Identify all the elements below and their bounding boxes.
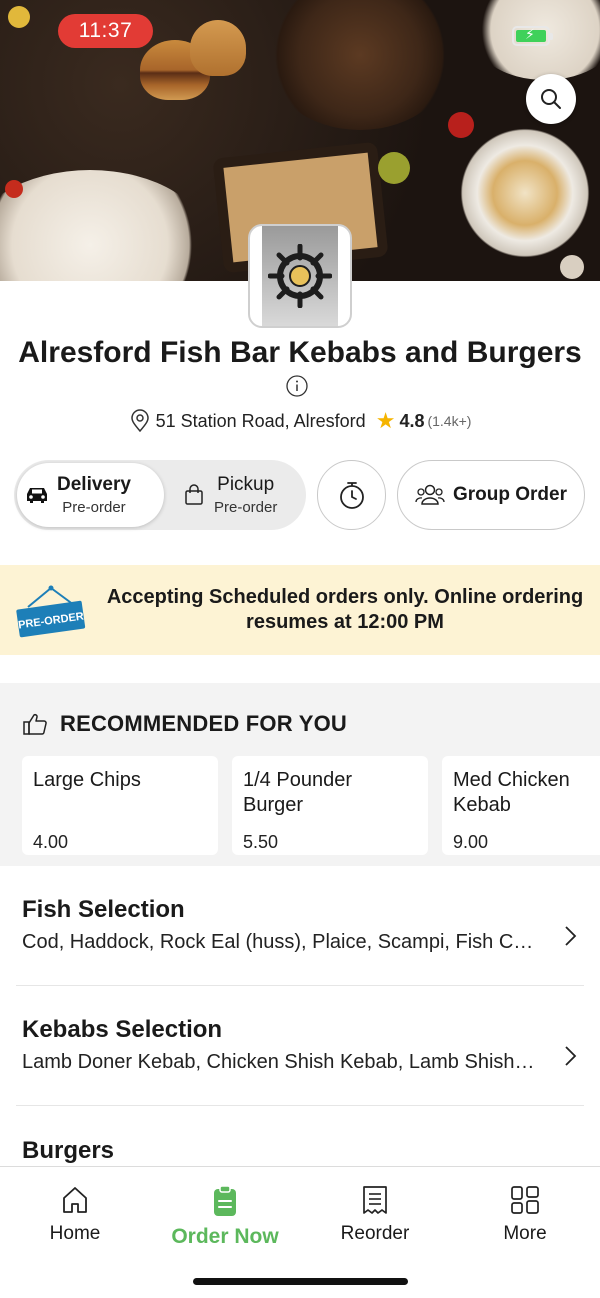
category-fish-selection[interactable]: Fish Selection Cod, Haddock, Rock Eal (h… xyxy=(0,896,600,1016)
plate-skewers xyxy=(0,170,210,281)
recommended-item-card[interactable]: Large Chips 4.00 xyxy=(22,756,218,855)
info-icon[interactable] xyxy=(286,375,308,397)
category-name: Burgers xyxy=(22,1137,115,1164)
search-icon xyxy=(541,89,561,109)
recommended-section: RECOMMENDED FOR YOU Large Chips 4.00 1/4… xyxy=(0,683,600,866)
search-button[interactable] xyxy=(526,74,576,124)
ketchup-bowl xyxy=(448,112,474,138)
recommended-item-price: 5.50 xyxy=(243,832,279,852)
divider xyxy=(16,1105,584,1106)
plate-burger xyxy=(460,128,590,258)
nav-order-now[interactable]: Order Now xyxy=(150,1185,300,1249)
relish-bowl xyxy=(378,152,410,184)
lemon-slice xyxy=(8,6,30,28)
car-icon xyxy=(27,488,47,503)
pickup-sublabel: Pre-order xyxy=(214,499,278,516)
star-icon: ★ xyxy=(375,408,396,433)
divider xyxy=(16,985,584,986)
banner-message: Accepting Scheduled orders only. Online … xyxy=(106,586,584,633)
delivery-option[interactable]: Delivery Pre-order xyxy=(17,463,164,527)
order-list-icon xyxy=(214,1185,236,1216)
recommended-item-card[interactable]: 1/4 Pounder Burger 5.50 xyxy=(232,756,428,855)
restaurant-logo xyxy=(248,224,352,328)
chevron-right-icon xyxy=(565,1046,577,1066)
recommended-item-price: 9.00 xyxy=(453,832,489,852)
rating-value: 4.8 xyxy=(399,410,425,431)
group-order-label: Group Order xyxy=(452,484,567,505)
recommended-header: RECOMMENDED FOR YOU xyxy=(22,711,347,737)
chevron-right-icon xyxy=(565,926,577,946)
category-description: Cod, Haddock, Rock Eal (huss), Plaice, S… xyxy=(22,931,542,953)
nav-reorder-label: Reorder xyxy=(340,1223,410,1244)
scheduled-orders-banner: PRE-ORDER Accepting Scheduled orders onl… xyxy=(0,565,600,655)
garlic xyxy=(560,255,584,279)
pre-order-sign-icon: PRE-ORDER xyxy=(16,585,86,638)
status-time: 11:37 xyxy=(58,14,153,48)
nav-reorder[interactable]: Reorder xyxy=(300,1185,450,1245)
nav-home[interactable]: Home xyxy=(0,1185,150,1245)
category-name: Kebabs Selection xyxy=(22,1016,223,1043)
receipt-icon xyxy=(363,1186,387,1214)
grid-menu-icon xyxy=(511,1186,539,1214)
delivery-label: Delivery xyxy=(57,474,131,495)
pickup-option[interactable]: Pickup Pre-order xyxy=(174,463,304,527)
restaurant-name: Alresford Fish Bar Kebabs and Burgers xyxy=(18,336,582,369)
location-pin-icon xyxy=(130,409,149,433)
nav-order-now-label: Order Now xyxy=(171,1225,279,1248)
stopwatch-icon xyxy=(339,482,364,509)
group-order-button[interactable]: Group Order xyxy=(397,460,585,530)
ship-wheel-logo-icon xyxy=(268,244,332,308)
thumbs-up-icon xyxy=(23,713,47,735)
shopping-bag-icon xyxy=(185,484,203,505)
recommended-item-name: Large Chips xyxy=(33,769,141,791)
tomato xyxy=(5,180,23,198)
nav-more-label: More xyxy=(503,1223,547,1244)
recommended-title: RECOMMENDED FOR YOU xyxy=(60,711,347,736)
nav-home-label: Home xyxy=(49,1223,101,1244)
category-description: Lamb Doner Kebab, Chicken Shish Kebab, L… xyxy=(22,1051,535,1073)
burger-bun xyxy=(190,20,246,76)
category-kebabs-selection[interactable]: Kebabs Selection Lamb Doner Kebab, Chick… xyxy=(0,1016,600,1136)
restaurant-address[interactable]: 51 Station Road, Alresford xyxy=(156,411,366,432)
nav-more[interactable]: More xyxy=(450,1185,600,1245)
battery-icon xyxy=(512,26,553,46)
category-name: Fish Selection xyxy=(22,896,185,923)
recommended-item-name: Med Chicken Kebab xyxy=(453,769,570,816)
delivery-pickup-toggle: Delivery Pre-order Pickup Pre-order xyxy=(14,460,306,530)
delivery-sublabel: Pre-order xyxy=(62,499,126,516)
schedule-time-button[interactable] xyxy=(317,460,386,530)
recommended-item-card[interactable]: Med Chicken Kebab 9.00 xyxy=(442,756,600,855)
plate-kebab-skewers xyxy=(265,0,455,130)
recommended-item-price: 4.00 xyxy=(33,832,69,852)
recommended-item-name: 1/4 Pounder Burger xyxy=(243,769,352,816)
home-icon xyxy=(63,1187,87,1213)
home-indicator xyxy=(193,1278,408,1285)
address-rating-row: 51 Station Road, Alresford ★ 4.8 (1.4k+) xyxy=(0,408,600,434)
rating-count: (1.4k+) xyxy=(427,413,472,429)
group-users-icon xyxy=(415,484,445,505)
pickup-label: Pickup xyxy=(217,474,275,495)
